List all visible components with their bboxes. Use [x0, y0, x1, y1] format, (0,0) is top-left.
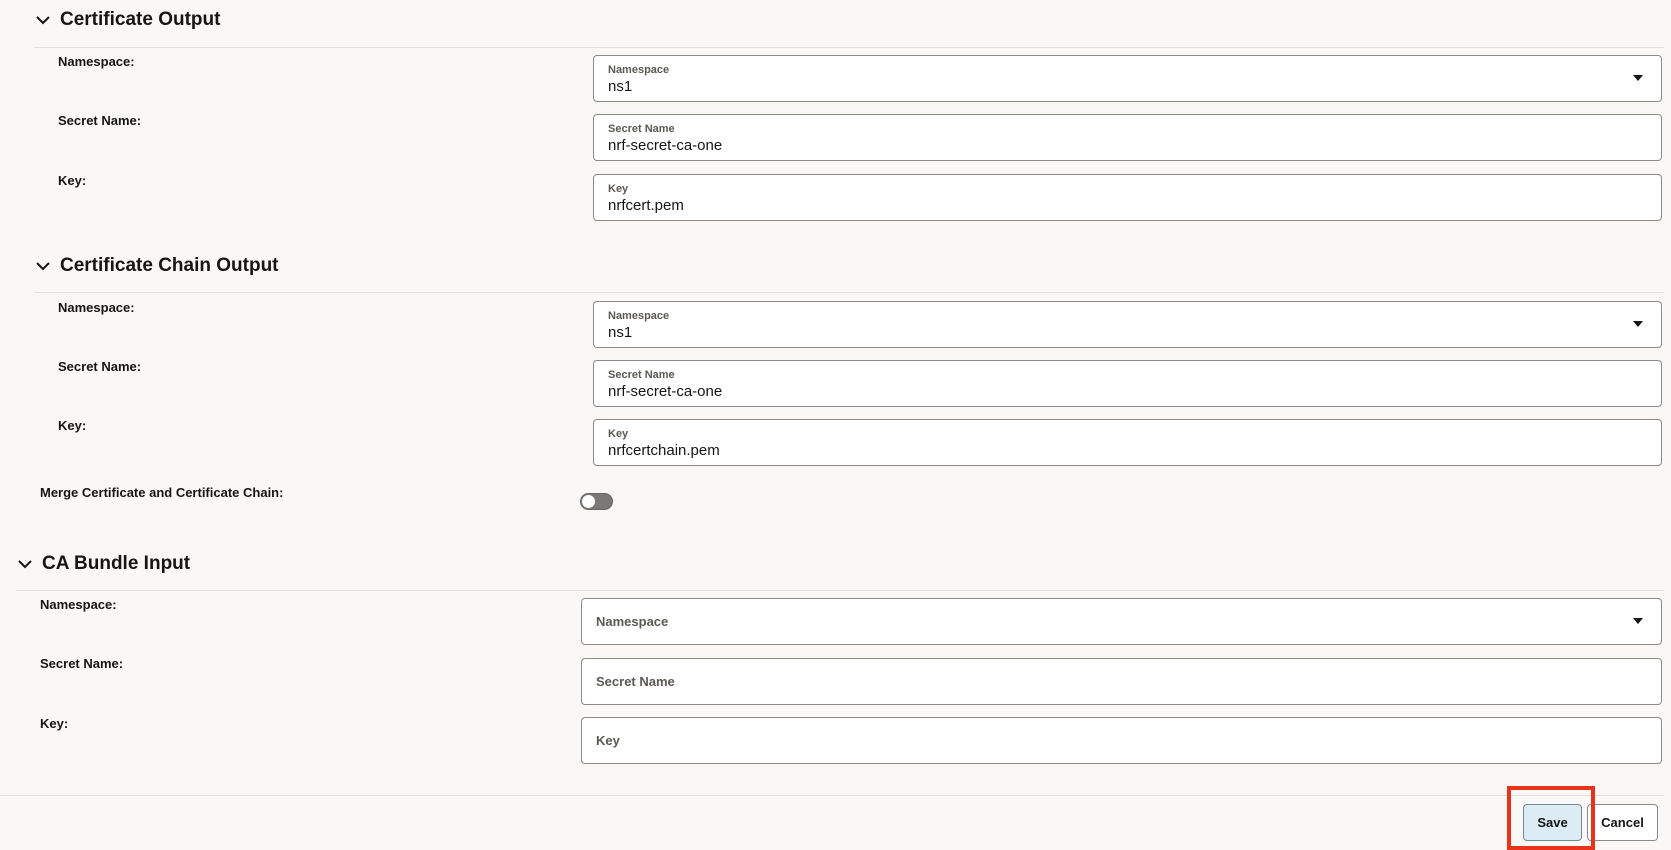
secret-name-label: Secret Name: — [40, 656, 124, 671]
chevron-down-icon[interactable] — [16, 555, 34, 573]
section-header-certificate-output[interactable]: Certificate Output — [34, 5, 220, 35]
field-label: Key — [608, 428, 629, 440]
field-placeholder: Secret Name — [596, 674, 675, 689]
field-label: Secret Name — [608, 123, 675, 135]
toggle-knob — [582, 495, 595, 508]
namespace-select[interactable]: Namespace ns1 — [593, 301, 1662, 348]
field-value: ns1 — [608, 78, 633, 95]
namespace-select[interactable]: Namespace ns1 — [593, 55, 1662, 102]
key-label: Key: — [40, 716, 69, 731]
section-title: Certificate Output — [60, 9, 221, 30]
field-value: nrf-secret-ca-one — [608, 137, 723, 154]
section-header-ca-bundle-input[interactable]: CA Bundle Input — [16, 549, 190, 579]
ca-key-input[interactable]: Key — [581, 717, 1662, 764]
footer-divider — [0, 795, 1664, 796]
namespace-label: Namespace: — [40, 597, 117, 612]
section-divider — [34, 47, 1664, 48]
section-divider — [34, 292, 1664, 293]
caret-down-icon[interactable] — [1633, 618, 1643, 624]
field-placeholder: Key — [596, 733, 620, 748]
merge-certificate-toggle[interactable] — [580, 493, 613, 510]
caret-down-icon[interactable] — [1633, 321, 1643, 327]
field-placeholder: Namespace — [596, 614, 669, 629]
cancel-button[interactable]: Cancel — [1587, 804, 1658, 841]
field-label: Key — [608, 183, 629, 195]
secret-name-input[interactable]: Secret Name nrf-secret-ca-one — [593, 360, 1662, 407]
save-highlight-annotation — [1507, 786, 1595, 850]
namespace-label: Namespace: — [58, 300, 135, 315]
field-value: ns1 — [608, 324, 633, 341]
field-label: Namespace — [608, 64, 670, 76]
secret-name-label: Secret Name: — [58, 113, 142, 128]
section-divider — [16, 590, 1664, 591]
field-value: nrfcertchain.pem — [608, 442, 720, 459]
merge-certificate-label: Merge Certificate and Certificate Chain: — [40, 485, 284, 500]
namespace-label: Namespace: — [58, 54, 135, 69]
key-label: Key: — [58, 418, 87, 433]
key-input[interactable]: Key nrfcert.pem — [593, 174, 1662, 221]
key-label: Key: — [58, 173, 87, 188]
caret-down-icon[interactable] — [1633, 75, 1643, 81]
ca-namespace-select[interactable]: Namespace — [581, 598, 1662, 645]
key-input[interactable]: Key nrfcertchain.pem — [593, 419, 1662, 466]
field-label: Namespace — [608, 310, 670, 322]
section-header-certificate-chain-output[interactable]: Certificate Chain Output — [34, 251, 279, 281]
field-label: Secret Name — [608, 369, 675, 381]
chevron-down-icon[interactable] — [34, 11, 52, 29]
section-title: CA Bundle Input — [42, 553, 191, 574]
field-value: nrf-secret-ca-one — [608, 383, 723, 400]
secret-name-label: Secret Name: — [58, 359, 142, 374]
chevron-down-icon[interactable] — [34, 257, 52, 275]
section-title: Certificate Chain Output — [60, 255, 279, 276]
ca-secret-name-input[interactable]: Secret Name — [581, 658, 1662, 705]
secret-name-input[interactable]: Secret Name nrf-secret-ca-one — [593, 114, 1662, 161]
field-value: nrfcert.pem — [608, 197, 684, 214]
